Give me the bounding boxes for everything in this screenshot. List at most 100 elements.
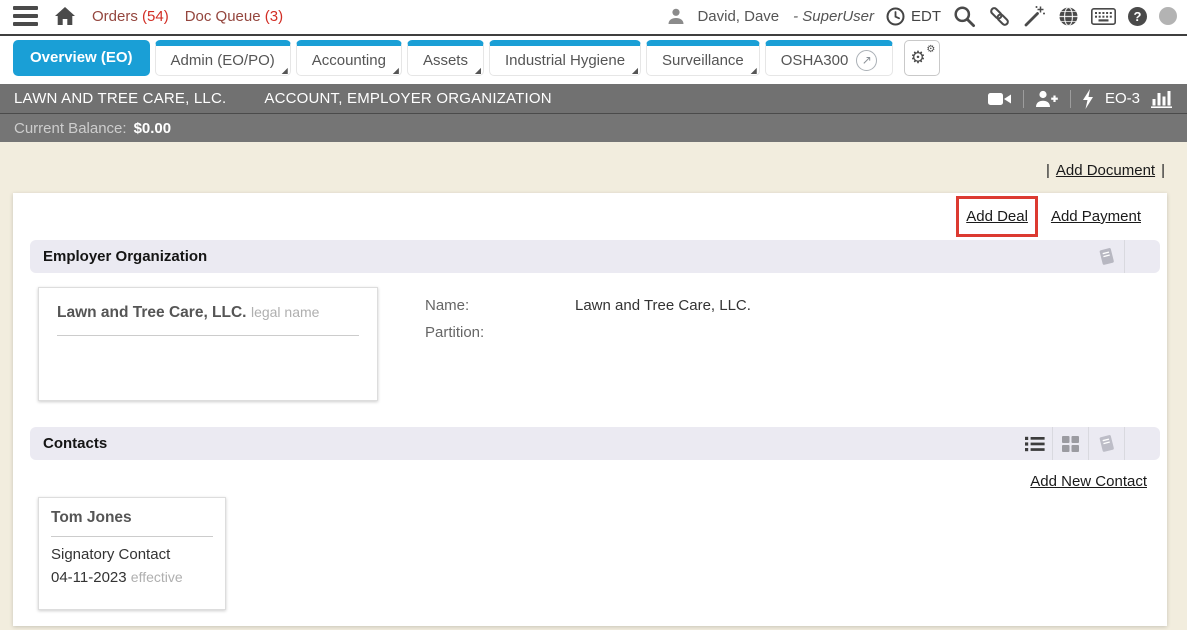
search-icon[interactable]: [953, 5, 976, 28]
tab-label: Accounting: [312, 52, 386, 69]
org-context-title: ACCOUNT, EMPLOYER ORGANIZATION: [264, 90, 551, 107]
app-screen: Orders (54) Doc Queue (3) David, Dave - …: [0, 0, 1187, 630]
entity-titles: LAWN AND TREE CARE, LLC. ACCOUNT, EMPLOY…: [14, 90, 552, 107]
dropdown-triangle-icon: ◢: [475, 67, 481, 75]
keyboard-icon[interactable]: [1091, 8, 1116, 25]
employer-organization-body: Lawn and Tree Care, LLC. legal name Name…: [13, 273, 1167, 401]
tab-bar: Overview (EO) Admin (EO/PO) ◢ Accounting…: [0, 36, 1187, 84]
wand-icon[interactable]: [1023, 5, 1046, 28]
balance-label: Current Balance:: [14, 120, 127, 137]
contact-date-line: 04-11-2023 effective: [51, 566, 213, 589]
section-header-spacer: [1125, 427, 1160, 460]
contact-date: 04-11-2023: [51, 569, 127, 586]
doc-queue-label: Doc Queue: [185, 8, 261, 25]
page-content: | Add Document | Add Deal Add Payment Em…: [0, 142, 1187, 628]
bar-chart-icon[interactable]: [1151, 90, 1173, 108]
clock-icon[interactable]: [886, 7, 905, 26]
org-card-name-suffix: legal name: [251, 304, 320, 320]
orders-link[interactable]: Orders (54): [92, 8, 169, 25]
document-actions-row: | Add Document |: [0, 142, 1187, 179]
notes-book-icon[interactable]: [1089, 240, 1124, 273]
field-value: Lawn and Tree Care, LLC.: [575, 292, 751, 319]
pipe-separator: |: [1046, 162, 1050, 179]
tab-overview-eo[interactable]: Overview (EO): [13, 40, 150, 76]
org-card-name: Lawn and Tree Care, LLC.: [57, 304, 247, 321]
topbar-left: Orders (54) Doc Queue (3): [13, 6, 283, 26]
notes-book-icon[interactable]: [1089, 427, 1124, 460]
tab-label: Surveillance: [662, 52, 744, 69]
section-header-spacer: [1125, 240, 1160, 273]
top-navigation-bar: Orders (54) Doc Queue (3) David, Dave - …: [0, 0, 1187, 36]
card-title-row: Lawn and Tree Care, LLC. legal name: [57, 290, 359, 336]
list-view-icon[interactable]: [1017, 427, 1052, 460]
avatar[interactable]: [1159, 7, 1177, 25]
contact-card[interactable]: Tom Jones Signatory Contact 04-11-2023 e…: [38, 497, 226, 610]
user-icon: [667, 7, 685, 25]
menu-icon[interactable]: [13, 6, 38, 26]
dropdown-triangle-icon: ◢: [632, 67, 638, 75]
tab-label: Overview (EO): [30, 49, 133, 66]
section-title: Employer Organization: [43, 248, 207, 265]
gear-icon: ⚙: [910, 50, 925, 67]
contact-name: Tom Jones: [51, 509, 132, 526]
tab-label: Assets: [423, 52, 468, 69]
tab-assets[interactable]: Assets ◢: [407, 40, 484, 76]
entity-header-actions: EO-3: [988, 89, 1173, 109]
action-highlight-box: Add Deal: [956, 196, 1038, 237]
divider: [1023, 90, 1024, 108]
field-row-partition: Partition:: [425, 319, 751, 346]
dropdown-triangle-icon: ◢: [282, 67, 288, 75]
deal-actions-row: Add Deal Add Payment: [13, 193, 1167, 240]
home-icon[interactable]: [54, 6, 76, 26]
timezone-label: EDT: [911, 8, 941, 25]
tab-label: Admin (EO/PO): [171, 52, 275, 69]
tab-accounting[interactable]: Accounting ◢: [296, 40, 402, 76]
video-camera-icon[interactable]: [988, 92, 1012, 106]
doc-queue-link[interactable]: Doc Queue (3): [185, 8, 283, 25]
grid-view-icon[interactable]: [1053, 427, 1088, 460]
tab-surveillance[interactable]: Surveillance ◢: [646, 40, 760, 76]
help-icon[interactable]: ?: [1128, 7, 1147, 26]
topbar-right: David, Dave - SuperUser EDT ?: [667, 5, 1177, 28]
open-external-icon[interactable]: ↗: [856, 50, 877, 71]
dropdown-triangle-icon: ◢: [751, 67, 757, 75]
balance-value: $0.00: [134, 120, 172, 137]
contact-date-suffix: effective: [131, 569, 183, 585]
tab-label: Industrial Hygiene: [505, 52, 625, 69]
contacts-section-header: Contacts: [30, 427, 1160, 460]
user-name: David, Dave: [697, 8, 779, 25]
tab-settings-gear-button[interactable]: ⚙ ⚙: [904, 40, 940, 76]
field-row-name: Name: Lawn and Tree Care, LLC.: [425, 292, 751, 319]
orders-count: (54): [142, 8, 169, 25]
pipe-separator: |: [1161, 162, 1165, 179]
add-payment-link[interactable]: Add Payment: [1051, 208, 1141, 225]
globe-icon[interactable]: [1058, 6, 1079, 27]
link-icon[interactable]: [988, 5, 1011, 28]
add-person-icon[interactable]: [1035, 90, 1059, 107]
employer-org-card[interactable]: Lawn and Tree Care, LLC. legal name: [38, 287, 378, 401]
main-panel: Add Deal Add Payment Employer Organizati…: [13, 193, 1167, 626]
org-name-title: LAWN AND TREE CARE, LLC.: [14, 90, 226, 107]
dropdown-triangle-icon: ◢: [393, 67, 399, 75]
entity-code: EO-3: [1105, 90, 1140, 107]
tab-osha300[interactable]: OSHA300 ↗: [765, 40, 894, 76]
employer-organization-section-header: Employer Organization: [30, 240, 1160, 273]
balance-bar: Current Balance: $0.00: [0, 113, 1187, 142]
card-title-row: Tom Jones: [51, 498, 213, 537]
field-label: Partition:: [425, 319, 575, 346]
tab-label: OSHA300: [781, 52, 849, 69]
contact-actions-row: Add New Contact: [13, 460, 1167, 490]
add-new-contact-link[interactable]: Add New Contact: [1030, 473, 1147, 490]
section-header-icons: [1089, 240, 1160, 273]
entity-header-bar: LAWN AND TREE CARE, LLC. ACCOUNT, EMPLOY…: [0, 84, 1187, 113]
tab-admin-eo-po[interactable]: Admin (EO/PO) ◢: [155, 40, 291, 76]
add-document-link[interactable]: Add Document: [1056, 162, 1155, 179]
section-header-icons: [1017, 427, 1160, 460]
contact-role: Signatory Contact: [51, 544, 213, 566]
orders-label: Orders: [92, 8, 138, 25]
tab-industrial-hygiene[interactable]: Industrial Hygiene ◢: [489, 40, 641, 76]
section-title: Contacts: [43, 435, 107, 452]
lightning-icon[interactable]: [1082, 89, 1094, 109]
user-role: - SuperUser: [793, 8, 874, 25]
add-deal-link[interactable]: Add Deal: [966, 208, 1028, 225]
